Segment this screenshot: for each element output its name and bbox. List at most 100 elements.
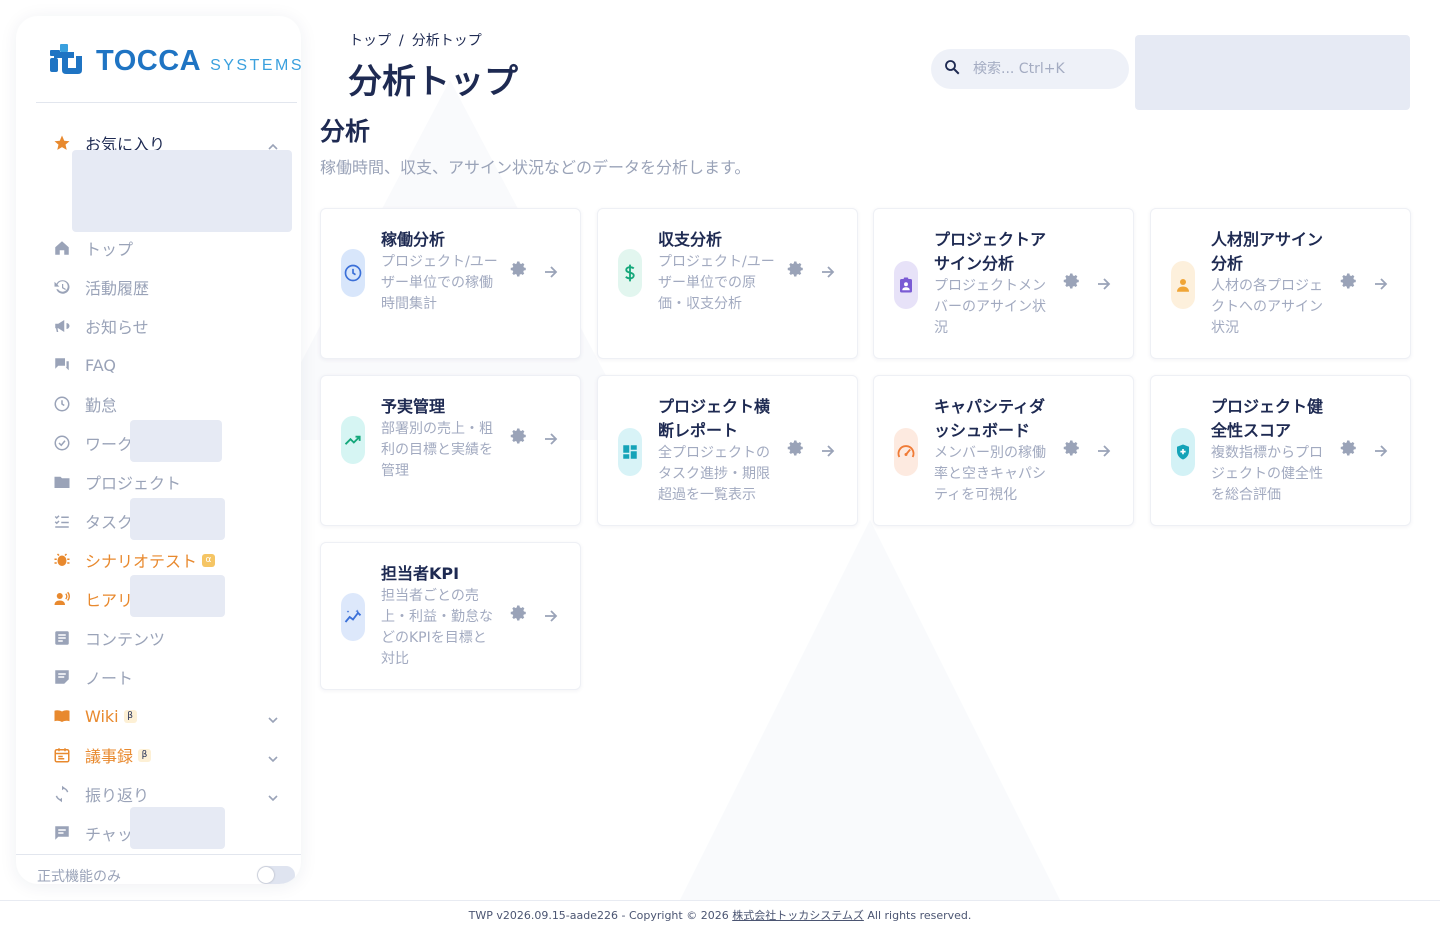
arrow-right-icon[interactable] [543,431,559,447]
search-icon [943,58,961,80]
search-box[interactable] [931,49,1129,89]
history-icon [52,277,72,297]
gear-icon[interactable] [787,260,805,278]
arrow-right-icon[interactable] [820,443,836,459]
gear-icon[interactable] [1340,272,1358,290]
card-cross-project-report[interactable]: プロジェクト横断レポート 全プロジェクトのタスク進捗・期限超過を一覧表示 [597,375,858,526]
sidebar-item-news[interactable]: お知らせ [52,314,149,338]
refresh-icon [52,784,72,804]
arrow-right-icon[interactable] [1373,443,1389,459]
sidebar-item-chat[interactable]: チャッ [52,821,133,845]
sidebar-item-project[interactable]: プロジェクト [52,470,181,494]
arrow-right-icon[interactable] [1096,276,1112,292]
sidebar-divider [36,102,297,103]
chevron-down-icon[interactable] [267,753,279,765]
card-capacity-dashboard[interactable]: キャパシティダッシュボード メンバー別の稼働率と空きキャパシティを可視化 [873,375,1134,526]
gear-icon[interactable] [510,427,528,445]
section-description: 稼働時間、収支、アサイン状況などのデータを分析します。 [320,158,751,177]
home-icon [52,238,72,258]
background-shape [680,520,1060,900]
logo-subname: SYSTEMS [210,56,301,74]
footer-rights: All rights reserved. [863,909,972,922]
footer-company-link[interactable]: 株式会社トッカシステムズ [732,909,864,922]
toggle-knob [258,867,274,883]
book-icon [52,706,72,726]
sidebar-item-scenario-test[interactable]: シナリオテスト α [52,548,216,572]
forum-icon [52,355,72,375]
breadcrumb-separator: / [399,33,404,49]
gear-icon[interactable] [1063,439,1081,457]
sidebar-item-label: 議事録 [85,747,134,766]
task-placeholder [130,498,225,540]
chevron-down-icon[interactable] [267,714,279,726]
sidebar-item-top[interactable]: トップ [52,236,133,260]
card-title: 人材別アサイン分析 [1211,230,1324,273]
interview-icon [52,589,72,609]
card-title: プロジェクト横断レポート [658,397,771,440]
card-project-health-score[interactable]: プロジェクト健全性スコア 複数指標からプロジェクトの健全性を総合評価 [1150,375,1411,526]
card-work-analysis[interactable]: 稼働分析 プロジェクト/ユーザー単位での稼働時間集計 [320,208,581,359]
sidebar-item-contents[interactable]: コンテンツ [52,626,165,650]
sidebar-item-label: 振り返り [85,786,150,805]
calendar-icon [52,745,72,765]
card-income-analysis[interactable]: 収支分析 プロジェクト/ユーザー単位での原価・収支分析 [597,208,858,359]
card-description: 担当者ごとの売上・利益・勤怠などのKPIを目標と対比 [381,588,493,667]
card-budget-management[interactable]: 予実管理 部署別の売上・粗利の目標と実績を管理 [320,375,581,526]
card-description: 人材の各プロジェクトへのアサイン状況 [1211,278,1323,336]
work-placeholder [130,420,222,462]
sidebar-item-minutes[interactable]: 議事録 β [52,743,152,767]
gear-icon[interactable] [787,439,805,457]
check-circle-icon [52,433,72,453]
health-shield-icon [1171,428,1195,476]
sidebar-item-label: ヒアリ [85,591,134,610]
card-person-assign-analysis[interactable]: 人材別アサイン分析 人材の各プロジェクトへのアサイン状況 [1150,208,1411,359]
gear-icon[interactable] [510,604,528,622]
card-person-kpi[interactable]: 担当者KPI 担当者ごとの売上・利益・勤怠などのKPIを目標と対比 [320,542,581,690]
search-input[interactable] [973,61,1113,77]
sidebar-item-note[interactable]: ノート [52,665,133,689]
arrow-right-icon[interactable] [820,264,836,280]
sidebar-item-label: 勤怠 [85,396,118,415]
checklist-icon [52,511,72,531]
sidebar-item-hearing[interactable]: ヒアリ [52,587,133,611]
sidebar-item-faq[interactable]: FAQ [52,353,116,377]
arrow-right-icon[interactable] [1096,443,1112,459]
favorites-placeholder [72,150,292,232]
sidebar-item-retrospective[interactable]: 振り返り [52,782,149,806]
gear-icon[interactable] [1063,272,1081,290]
folder-icon [52,472,72,492]
arrow-right-icon[interactable] [1373,276,1389,292]
official-features-toggle[interactable] [257,866,295,884]
sidebar-item-label: コンテンツ [85,630,166,649]
sidebar-item-history[interactable]: 活動履歴 [52,275,149,299]
gear-icon[interactable] [510,260,528,278]
sidebar-item-label: FAQ [85,355,116,375]
sidebar-item-work[interactable]: ワーク [52,431,133,455]
arrow-right-icon[interactable] [543,264,559,280]
page-title: 分析トップ [348,62,518,102]
sidebar-item-task[interactable]: タスク [52,509,133,533]
chat-icon [52,823,72,843]
chevron-down-icon[interactable] [267,792,279,804]
card-project-assign-analysis[interactable]: プロジェクトアサイン分析 プロジェクトメンバーのアサイン状況 [873,208,1134,359]
sidebar-footer-divider [16,854,301,855]
sidebar-item-label: Wiki [85,706,119,726]
card-description: 部署別の売上・粗利の目標と実績を管理 [381,421,493,479]
arrow-right-icon[interactable] [543,608,559,624]
assignment-ind-icon [894,261,918,309]
dashboard-icon [618,428,642,476]
breadcrumb-item-top[interactable]: トップ [349,30,391,50]
person-icon [1171,261,1195,309]
bug-icon [52,550,72,570]
logo[interactable]: TOCCA SYSTEMS [48,42,301,80]
sidebar-item-wiki[interactable]: Wiki β [52,704,137,728]
card-description: プロジェクトメンバーのアサイン状況 [934,278,1046,336]
sidebar-item-attendance[interactable]: 勤怠 [52,392,117,416]
card-description: 複数指標からプロジェクトの健全性を総合評価 [1211,445,1323,503]
sidebar-item-label: お知らせ [85,318,149,337]
logo-name: TOCCA [96,44,202,77]
card-title: プロジェクトアサイン分析 [934,230,1047,273]
sidebar-item-label: 活動履歴 [85,279,150,298]
gear-icon[interactable] [1340,439,1358,457]
card-title: 予実管理 [381,397,446,416]
